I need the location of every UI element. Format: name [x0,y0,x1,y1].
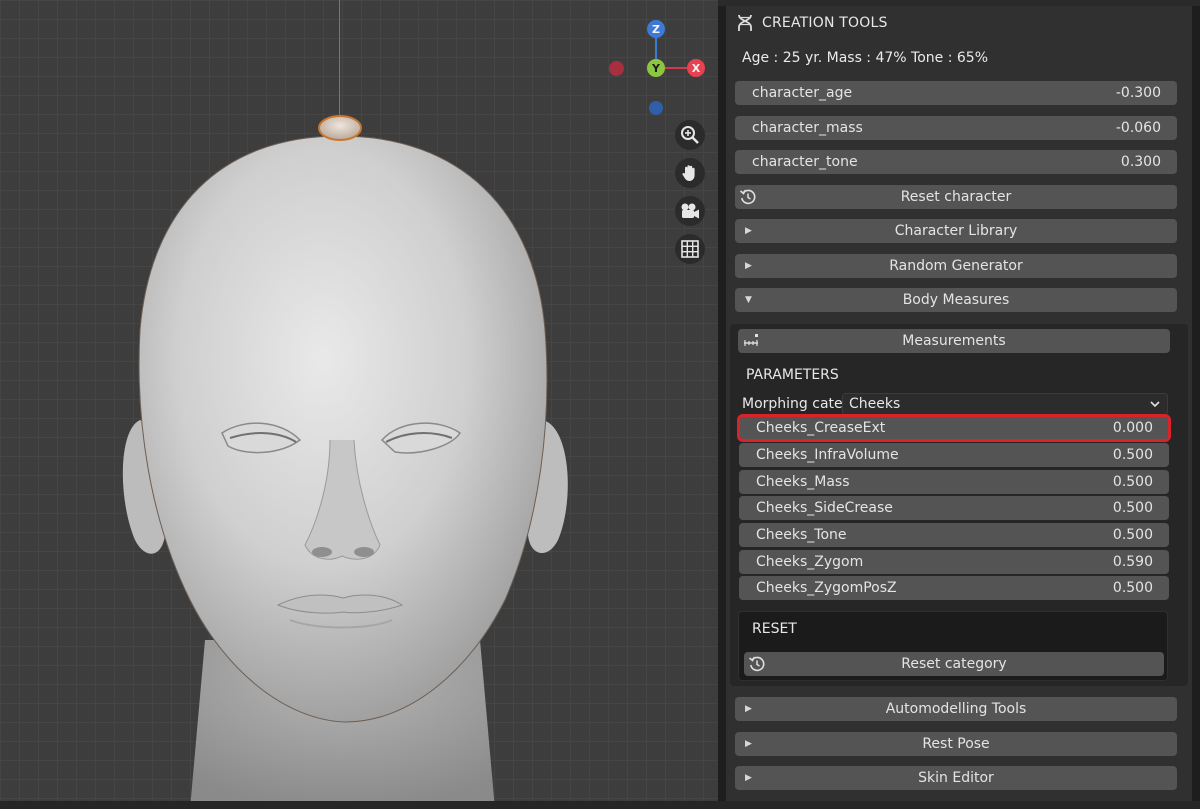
slider-label: Cheeks_SideCrease [756,500,893,516]
slider-value: 0.000 [1112,420,1153,436]
slider-character-mass[interactable]: character_mass -0.060 [735,116,1177,140]
morphing-category-row: Morphing cate.. Cheeks [742,392,1168,416]
slider-cheeks-sidecrease[interactable]: Cheeks_SideCrease 0.500 [739,496,1169,520]
camera-view-button[interactable] [675,196,705,226]
rest-pose-toggle[interactable]: ▶ Rest Pose [735,732,1177,756]
head-model [122,115,568,809]
slider-character-age[interactable]: character_age -0.300 [735,81,1177,105]
gizmo-z-button[interactable]: Z [647,20,665,38]
button-label: Random Generator [889,258,1023,274]
gizmo-negative-z-dot[interactable] [649,101,663,115]
button-label: Rest Pose [922,736,990,752]
hand-icon [682,165,695,181]
slider-value: 0.500 [1112,580,1153,596]
slider-label: character_mass [752,120,863,136]
reset-section: RESET Reset category [738,611,1168,681]
button-label: Reset character [900,189,1012,205]
expand-triangle-icon: ▶ [745,773,752,783]
collapse-triangle-icon: ▼ [745,295,752,305]
gizmo-x-line [664,67,688,69]
button-label: Skin Editor [918,770,994,786]
expand-triangle-icon: ▶ [745,226,752,236]
body-measures-subpanel: Measurements PARAMETERS Morphing cate.. … [730,324,1188,686]
slider-cheeks-tone[interactable]: Cheeks_Tone 0.500 [739,523,1169,547]
character-library-toggle[interactable]: ▶ Character Library [735,219,1177,243]
button-label: Reset category [901,656,1007,672]
morphing-category-dropdown[interactable]: Cheeks [842,393,1168,415]
ruler-icon [744,334,758,346]
zoom-icon [681,126,699,144]
gizmo-negative-x-dot[interactable] [609,61,624,76]
reset-icon [739,189,756,205]
slider-label: Cheeks_CreaseExt [756,420,886,436]
panel-title: CREATION TOOLS [762,15,888,31]
slider-value: 0.300 [1120,154,1161,170]
expand-triangle-icon: ▶ [745,739,752,749]
skin-editor-toggle[interactable]: ▶ Skin Editor [735,766,1177,790]
slider-value: 0.500 [1112,527,1153,543]
parameters-heading: PARAMETERS [746,367,839,383]
button-label: Measurements [902,333,1006,349]
slider-value: 0.500 [1112,474,1153,490]
slider-value: 0.500 [1112,500,1153,516]
reset-category-button[interactable]: Reset category [744,652,1164,676]
pan-button[interactable] [675,158,705,188]
bottom-status-strip [0,801,1200,809]
slider-character-tone[interactable]: character_tone 0.300 [735,150,1177,174]
automodelling-tools-toggle[interactable]: ▶ Automodelling Tools [735,697,1177,721]
slider-cheeks-creaseext[interactable]: Cheeks_CreaseExt 0.000 [737,414,1171,442]
gizmo-y-button[interactable]: Y [647,59,665,77]
expand-triangle-icon: ▶ [745,704,752,714]
random-generator-toggle[interactable]: ▶ Random Generator [735,254,1177,278]
slider-cheeks-mass[interactable]: Cheeks_Mass 0.500 [739,470,1169,494]
slider-value: -0.060 [1115,120,1161,136]
slider-value: -0.300 [1115,85,1161,101]
camera-icon [681,203,699,219]
dna-icon [738,14,752,31]
slider-label: Cheeks_Zygom [756,554,864,570]
button-label: Automodelling Tools [885,701,1027,717]
slider-label: Cheeks_ZygomPosZ [756,580,897,596]
3d-viewport[interactable]: Z Y X [0,0,718,809]
creation-tools-body: Age : 25 yr. Mass : 47% Tone : 65% chara… [726,40,1192,809]
creation-tools-header[interactable]: CREATION TOOLS [726,6,1192,40]
body-measures-toggle[interactable]: ▼ Body Measures [735,288,1177,312]
measurements-button[interactable]: Measurements [738,329,1170,353]
slider-value: 0.500 [1112,447,1153,463]
slider-cheeks-zygomposz[interactable]: Cheeks_ZygomPosZ 0.500 [739,576,1169,600]
chevron-down-icon [1150,401,1160,408]
slider-label: character_age [752,85,853,101]
slider-label: Cheeks_Mass [756,474,850,490]
expand-triangle-icon: ▶ [745,261,752,271]
slider-label: character_tone [752,154,858,170]
reset-icon [748,656,765,672]
grid-icon [681,240,699,258]
morphing-category-label: Morphing cate.. [742,396,842,412]
zoom-button[interactable] [675,120,705,150]
slider-label: Cheeks_Tone [756,527,847,543]
slider-cheeks-zygom[interactable]: Cheeks_Zygom 0.590 [739,550,1169,574]
gizmo-x-button[interactable]: X [687,59,705,77]
slider-value: 0.590 [1112,554,1153,570]
button-label: Body Measures [902,292,1010,308]
gizmo-z-line [655,37,657,61]
reset-heading: RESET [752,621,797,637]
button-label: Character Library [894,223,1018,239]
slider-cheeks-infravolume[interactable]: Cheeks_InfraVolume 0.500 [739,443,1169,467]
reset-character-button[interactable]: Reset character [735,185,1177,209]
ortho-toggle-button[interactable] [675,234,705,264]
slider-label: Cheeks_InfraVolume [756,447,899,463]
character-info-line: Age : 25 yr. Mass : 47% Tone : 65% [742,50,989,66]
dropdown-value: Cheeks [849,396,901,412]
sidebar-panel: CREATION TOOLS Age : 25 yr. Mass : 47% T… [718,0,1200,809]
